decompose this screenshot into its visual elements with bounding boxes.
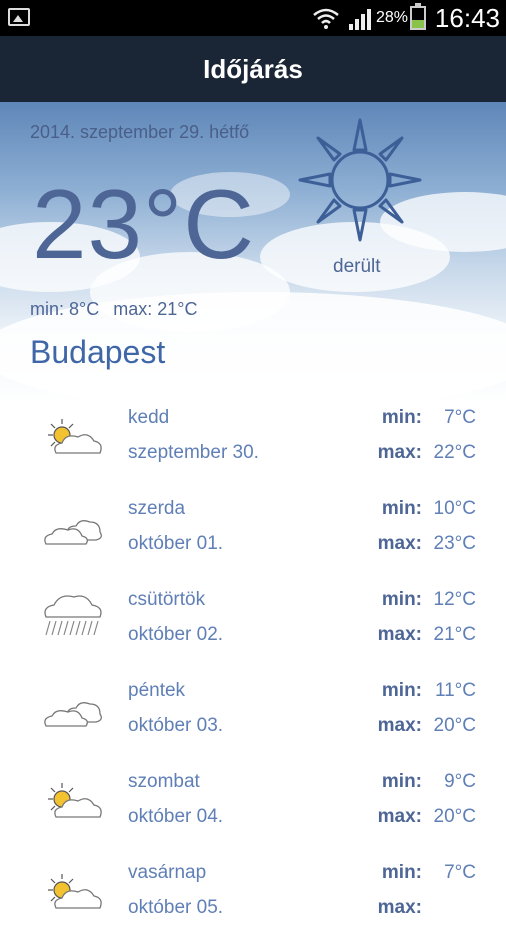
max-label: max: xyxy=(377,715,422,736)
current-min-max: min: 8°C max: 21°C xyxy=(30,299,211,320)
current-max: max: 21°C xyxy=(113,299,198,319)
forecast-min: 7°C xyxy=(444,407,476,428)
forecast-row[interactable]: csütörtök október 02. min: max: 12°C 21°… xyxy=(0,577,506,668)
forecast-max: 20°C xyxy=(433,806,476,827)
partly-sunny-icon xyxy=(48,783,102,818)
min-label: min: xyxy=(381,680,422,701)
forecast-min: 12°C xyxy=(433,589,476,610)
current-date: 2014. szeptember 29. hétfő xyxy=(30,122,250,142)
partly-sunny-icon xyxy=(48,874,102,909)
app-bar: Időjárás xyxy=(0,36,506,102)
max-label: max: xyxy=(377,806,422,827)
forecast-date: október 01. xyxy=(128,533,224,554)
forecast-max: 23°C xyxy=(433,533,476,554)
battery-percent: 28% xyxy=(376,9,409,26)
rain-icon xyxy=(44,595,102,636)
min-label: min: xyxy=(381,498,422,519)
forecast-max: 21°C xyxy=(433,624,476,645)
forecast-row[interactable]: szombat október 04. min: max: 9°C 20°C xyxy=(0,759,506,850)
max-label: max: xyxy=(377,442,422,463)
current-min: min: 8°C xyxy=(30,299,100,319)
min-label: min: xyxy=(381,771,422,792)
cloudy-icon xyxy=(44,520,102,545)
battery-icon xyxy=(410,3,426,30)
forecast-row[interactable]: vasárnap október 05. min: max: 7°C xyxy=(0,850,506,941)
max-label: max: xyxy=(377,624,422,645)
current-condition: derült xyxy=(333,256,381,277)
min-label: min: xyxy=(381,862,422,883)
partly-sunny-icon xyxy=(48,419,102,454)
wifi-icon xyxy=(313,8,339,29)
forecast-date: október 03. xyxy=(128,715,224,736)
city-name: Budapest xyxy=(30,334,166,370)
gallery-notification-icon xyxy=(8,8,30,26)
forecast-date: október 05. xyxy=(128,897,224,918)
forecast-min: 10°C xyxy=(433,498,476,519)
clock: 16:43 xyxy=(434,3,500,33)
max-label: max: xyxy=(377,897,422,918)
forecast-date: október 04. xyxy=(128,806,224,827)
cloudy-icon xyxy=(44,702,102,727)
forecast-date: szeptember 30. xyxy=(128,442,259,463)
forecast-day: csütörtök xyxy=(128,589,206,610)
forecast-day: péntek xyxy=(128,680,186,701)
min-label: min: xyxy=(381,407,422,428)
forecast-day: kedd xyxy=(128,407,170,428)
forecast-list: kedd szeptember 30. min: max: 7°C 22°C s… xyxy=(0,395,506,941)
forecast-row[interactable]: szerda október 01. min: max: 10°C 23°C xyxy=(0,486,506,577)
app-title: Időjárás xyxy=(203,54,303,84)
forecast-date: október 02. xyxy=(128,624,224,645)
current-temperature: 23°C xyxy=(32,169,255,279)
forecast-day: szombat xyxy=(128,771,200,792)
forecast-max: 22°C xyxy=(433,442,476,463)
forecast-day: vasárnap xyxy=(128,862,207,883)
min-label: min: xyxy=(381,589,422,610)
max-label: max: xyxy=(377,533,422,554)
signal-icon xyxy=(349,9,371,30)
status-bar: 28% 16:43 xyxy=(0,0,506,36)
forecast-min: 7°C xyxy=(444,862,476,883)
sun-icon xyxy=(298,118,422,242)
forecast-min: 9°C xyxy=(444,771,476,792)
forecast-min: 11°C xyxy=(434,680,476,701)
forecast-row[interactable]: kedd szeptember 30. min: max: 7°C 22°C xyxy=(0,395,506,486)
forecast-day: szerda xyxy=(128,498,186,519)
forecast-max: 20°C xyxy=(433,715,476,736)
forecast-row[interactable]: péntek október 03. min: max: 11°C 20°C xyxy=(0,668,506,759)
